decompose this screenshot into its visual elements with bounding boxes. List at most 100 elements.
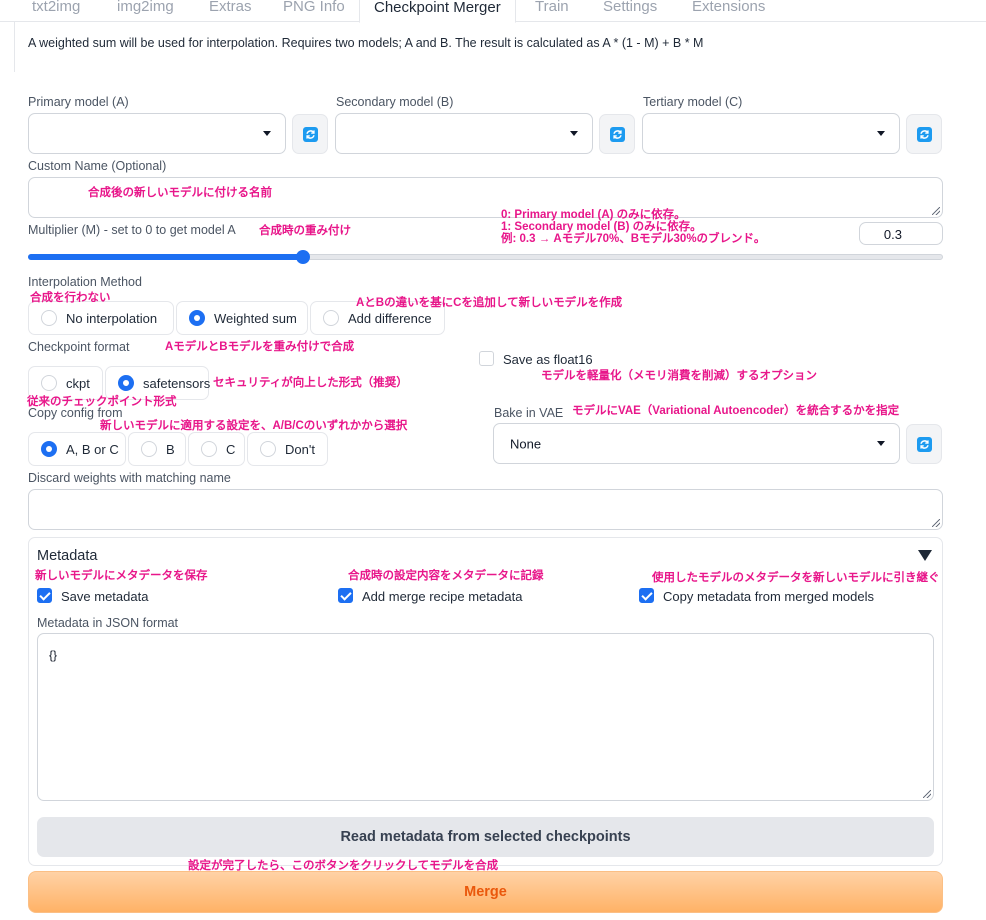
radio-config-c[interactable]: C: [188, 432, 245, 466]
tab-txt2img[interactable]: txt2img: [32, 0, 80, 22]
refresh-icon: [609, 126, 625, 142]
bake-vae-dropdown[interactable]: None: [493, 423, 900, 464]
tab-png-info[interactable]: PNG Info: [283, 0, 345, 22]
radio-label: C: [226, 441, 236, 457]
checkpoint-format-label: Checkpoint format: [28, 340, 130, 354]
tab-bar: txt2img img2img Extras PNG Info Checkpoi…: [0, 0, 986, 23]
primary-model-dropdown[interactable]: [28, 113, 286, 154]
radio-selected-icon: [118, 375, 134, 391]
secondary-model-dropdown[interactable]: [335, 113, 593, 154]
chevron-down-icon: [877, 440, 885, 446]
annotation-m1: 1: Secondary model (B) のみに依存。: [501, 221, 702, 233]
annotation-float16: モデルを軽量化（メモリ消費を削減）するオプション: [541, 370, 817, 382]
annotation-safetensors: セキュリティが向上した形式（推奨）: [213, 377, 408, 389]
bake-vae-value: None: [510, 436, 542, 451]
multiplier-slider-handle[interactable]: [295, 250, 310, 264]
annotation-bake-vae: モデルにVAE（Variational Autoencoder）を統合するかを指…: [572, 405, 900, 417]
refresh-icon: [302, 126, 318, 142]
multiplier-number-input[interactable]: 0.3: [859, 222, 943, 245]
tab-train[interactable]: Train: [535, 0, 569, 22]
radio-no-interpolation[interactable]: No interpolation: [28, 301, 174, 335]
multiplier-value: 0.3: [883, 227, 902, 242]
radio-icon: [41, 375, 57, 391]
refresh-icon: [916, 126, 932, 142]
annotation-custom-name: 合成後の新しいモデルに付ける名前: [88, 187, 272, 199]
radio-icon: [323, 310, 339, 326]
interpolation-label: Interpolation Method: [28, 275, 142, 289]
radio-label: Don't: [285, 441, 315, 457]
discard-weights-label: Discard weights with matching name: [28, 471, 231, 485]
collapse-triangle-icon[interactable]: [918, 550, 932, 561]
panel-border-left: [14, 22, 15, 72]
radio-label: Weighted sum: [214, 310, 297, 326]
tab-checkpoint-merger[interactable]: Checkpoint Merger: [359, 0, 516, 23]
secondary-model-label: Secondary model (B): [336, 95, 454, 109]
radio-selected-icon: [41, 441, 57, 457]
radio-config-b[interactable]: B: [128, 432, 186, 466]
radio-weighted-sum[interactable]: Weighted sum: [176, 301, 308, 335]
metadata-json-textarea[interactable]: {}: [37, 633, 934, 801]
metadata-json-value: {}: [49, 648, 58, 662]
annotation-copy-metadata: 使用したモデルのメタデータを新しいモデルに引き継ぐ: [652, 572, 940, 584]
tab-extras[interactable]: Extras: [209, 0, 252, 22]
secondary-refresh-button[interactable]: [599, 114, 635, 154]
annotation-m0: 0: Primary model (A) のみに依存。: [501, 209, 686, 221]
radio-safetensors[interactable]: safetensors: [105, 366, 211, 400]
read-metadata-button[interactable]: Read metadata from selected checkpoints: [37, 817, 934, 857]
radio-icon: [201, 441, 217, 457]
radio-selected-icon: [189, 310, 205, 326]
custom-name-label: Custom Name (Optional): [28, 159, 167, 173]
annotation-no-interpolation: 合成を行わない: [30, 292, 111, 304]
tab-extensions[interactable]: Extensions: [692, 0, 765, 22]
bake-vae-label: Bake in VAE: [494, 406, 564, 420]
annotation-multiplier: 合成時の重み付け: [259, 225, 351, 237]
primary-refresh-button[interactable]: [292, 114, 328, 154]
metadata-title[interactable]: Metadata: [37, 548, 97, 564]
multiplier-label: Multiplier (M) - set to 0 to get model A: [28, 223, 236, 237]
radio-config-dont[interactable]: Don't: [247, 432, 328, 466]
radio-label: A, B or C: [66, 441, 119, 457]
radio-icon: [260, 441, 276, 457]
copy-config-label: Copy config from: [28, 406, 123, 420]
radio-ckpt[interactable]: ckpt: [28, 366, 103, 400]
float16-checkbox[interactable]: [479, 351, 494, 366]
add-recipe-checkbox[interactable]: [338, 588, 353, 603]
radio-label: Add difference: [348, 310, 432, 326]
annotation-ckpt: 従来のチェックポイント形式: [27, 396, 177, 408]
annotation-m-example: 例: 0.3 → Aモデル70%、Bモデル30%のブレンド。: [501, 233, 766, 245]
chevron-down-icon: [263, 130, 271, 136]
annotation-merge-recipe: 合成時の設定内容をメタデータに記録: [348, 570, 544, 582]
radio-label: safetensors: [143, 375, 211, 391]
resize-grip-icon[interactable]: [932, 207, 940, 215]
refresh-icon: [916, 436, 932, 452]
multiplier-slider-fill: [28, 254, 303, 260]
radio-icon: [41, 310, 57, 326]
radio-label: No interpolation: [66, 310, 158, 326]
tab-settings[interactable]: Settings: [603, 0, 657, 22]
resize-grip-icon[interactable]: [932, 519, 940, 527]
save-metadata-label: Save metadata: [61, 589, 149, 604]
radio-label: B: [166, 441, 175, 457]
chevron-down-icon: [570, 130, 578, 136]
chevron-down-icon: [877, 130, 885, 136]
vae-refresh-button[interactable]: [906, 424, 942, 464]
add-recipe-label: Add merge recipe metadata: [362, 589, 523, 604]
merge-button[interactable]: Merge: [28, 871, 943, 913]
merge-description: A weighted sum will be used for interpol…: [28, 36, 704, 50]
radio-label: ckpt: [66, 375, 90, 391]
tertiary-refresh-button[interactable]: [906, 114, 942, 154]
tab-img2img[interactable]: img2img: [117, 0, 174, 22]
radio-config-abc[interactable]: A, B or C: [28, 432, 126, 466]
copy-metadata-checkbox[interactable]: [639, 588, 654, 603]
discard-weights-input[interactable]: [28, 489, 943, 530]
annotation-save-metadata: 新しいモデルにメタデータを保存: [35, 570, 208, 582]
annotation-weighted-sum: AモデルとBモデルを重み付けで合成: [165, 341, 355, 353]
tertiary-model-dropdown[interactable]: [642, 113, 900, 154]
save-metadata-checkbox[interactable]: [37, 588, 52, 603]
float16-label: Save as float16: [503, 352, 593, 367]
annotation-add-difference: AとBの違いを基にCを追加して新しいモデルを作成: [356, 297, 623, 309]
resize-grip-icon[interactable]: [923, 790, 931, 798]
primary-model-label: Primary model (A): [28, 95, 129, 109]
copy-metadata-label: Copy metadata from merged models: [663, 589, 874, 604]
metadata-json-label: Metadata in JSON format: [37, 616, 179, 630]
